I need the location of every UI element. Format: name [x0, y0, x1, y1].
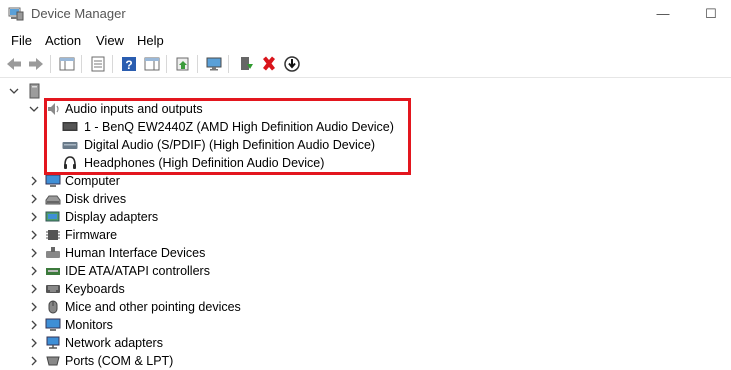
toolbar-separator: [166, 55, 167, 73]
disable-device-down-arrow-icon[interactable]: [283, 55, 301, 73]
category-label: Human Interface Devices: [65, 246, 206, 260]
toolbar-separator: [81, 55, 82, 73]
tree-category-network-adapters[interactable]: Network adapters: [0, 334, 731, 352]
device-manager-app-icon: [8, 7, 24, 21]
category-label: Network adapters: [65, 336, 163, 350]
tree-category-display-adapters[interactable]: Display adapters: [0, 208, 731, 226]
enable-device-icon[interactable]: [237, 55, 255, 73]
help-icon[interactable]: ?: [120, 55, 138, 73]
keyboard-icon: [46, 285, 60, 293]
display-adapter-icon: [45, 211, 60, 222]
chevron-right-icon[interactable]: [29, 248, 39, 258]
toolbar-separator: [197, 55, 198, 73]
chevron-right-icon[interactable]: [29, 230, 39, 240]
menu-view[interactable]: View: [96, 33, 124, 48]
chevron-right-icon[interactable]: [29, 266, 39, 276]
forward-arrow-icon[interactable]: [27, 55, 45, 73]
action-pane-icon[interactable]: [143, 55, 161, 73]
category-label: Firmware: [65, 228, 118, 242]
menu-file[interactable]: File: [11, 33, 32, 48]
category-label: Disk drives: [65, 192, 127, 206]
tree-category-ports[interactable]: Ports (COM & LPT): [0, 352, 731, 370]
menu-help[interactable]: Help: [137, 33, 164, 48]
chevron-right-icon[interactable]: [29, 284, 39, 294]
maximize-button[interactable]: ☐: [688, 0, 731, 28]
category-label: Keyboards: [65, 282, 125, 296]
properties-icon[interactable]: [89, 55, 107, 73]
window-title: Device Manager: [31, 6, 126, 21]
scan-hardware-changes-icon[interactable]: [205, 55, 223, 73]
toolbar-divider: [0, 77, 731, 78]
chevron-down-icon[interactable]: [9, 86, 19, 96]
show-hide-console-tree-icon[interactable]: [58, 55, 76, 73]
toolbar: ?: [0, 52, 731, 76]
menu-bar: File Action View Help: [0, 30, 731, 50]
svg-text:?: ?: [125, 58, 132, 72]
toolbar-separator: [228, 55, 229, 73]
ide-controller-icon: [46, 268, 60, 275]
chevron-right-icon[interactable]: [29, 194, 39, 204]
highlight-box-audio-devices: [44, 98, 411, 175]
computer-icon: [45, 174, 61, 187]
category-label: IDE ATA/ATAPI controllers: [65, 264, 210, 278]
tree-category-human-interface-devices[interactable]: Human Interface Devices: [0, 244, 731, 262]
tree-category-ide-ata-atapi[interactable]: IDE ATA/ATAPI controllers: [0, 262, 731, 280]
menu-action[interactable]: Action: [45, 33, 81, 48]
port-icon: [46, 356, 60, 366]
tree-category-mice[interactable]: Mice and other pointing devices: [0, 298, 731, 316]
chevron-right-icon[interactable]: [29, 302, 39, 312]
minimize-button[interactable]: —: [640, 0, 686, 28]
title-bar: Device Manager — ☐: [0, 0, 731, 28]
chevron-right-icon[interactable]: [29, 176, 39, 186]
chevron-right-icon[interactable]: [29, 338, 39, 348]
chevron-right-icon[interactable]: [29, 356, 39, 366]
firmware-chip-icon: [46, 230, 60, 240]
back-arrow-icon[interactable]: [5, 55, 23, 73]
tree-category-monitors[interactable]: Monitors: [0, 316, 731, 334]
category-label: Mice and other pointing devices: [65, 300, 241, 314]
chevron-right-icon[interactable]: [29, 212, 39, 222]
disk-drive-icon: [45, 195, 61, 205]
category-label: Computer: [65, 174, 120, 188]
hid-icon: [46, 247, 60, 258]
mouse-icon: [48, 300, 58, 314]
uninstall-device-x-icon[interactable]: [260, 55, 278, 73]
category-label: Monitors: [65, 318, 113, 332]
toolbar-separator: [50, 55, 51, 73]
monitor-icon: [45, 318, 61, 331]
computer-root-icon: [29, 83, 40, 99]
update-driver-icon[interactable]: [174, 55, 192, 73]
chevron-right-icon[interactable]: [29, 320, 39, 330]
tree-category-firmware[interactable]: Firmware: [0, 226, 731, 244]
tree-category-keyboards[interactable]: Keyboards: [0, 280, 731, 298]
network-adapter-icon: [46, 336, 60, 349]
tree-category-disk-drives[interactable]: Disk drives: [0, 190, 731, 208]
chevron-down-icon[interactable]: [29, 104, 39, 114]
toolbar-separator: [112, 55, 113, 73]
category-label: Display adapters: [65, 210, 159, 224]
